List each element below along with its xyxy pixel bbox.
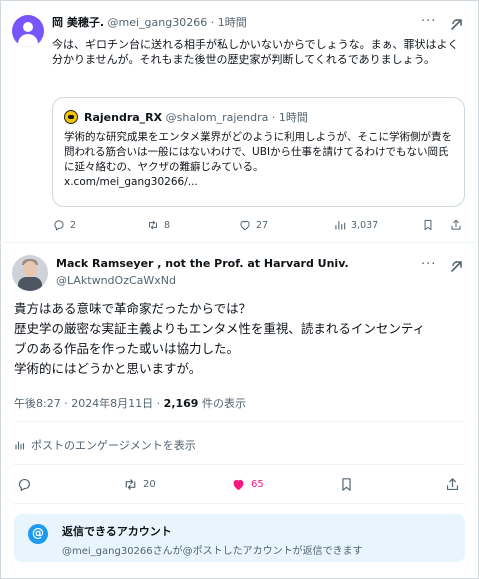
like-button[interactable]: 65 — [230, 476, 264, 493]
reply-permission-notice: @ 返信できるアカウント @mei_gang30266さんが@ポストしたアカウン… — [14, 514, 465, 562]
tweet-line: 貴方はある意味で革命家だったからでは？ — [14, 301, 252, 316]
quoted-time: · 1時間 — [271, 111, 308, 124]
tweet-metadata: 午後8:27 · 2024年8月11日 · 2,169 件の表示 — [14, 395, 246, 411]
quoted-author-handle: @shalom_rajendra — [165, 111, 269, 124]
quoted-body: 学術的な研究成果をエンタメ業界がどのように利用しようが、そこに学術側が責を問われ… — [64, 131, 452, 173]
repost-button[interactable]: 8 — [146, 218, 170, 232]
avatar-suit — [18, 277, 42, 291]
quoted-author-name: Rajendra_RX — [84, 111, 163, 124]
quoted-avatar — [64, 110, 78, 124]
reply-permission-subtitle: @mei_gang30266さんが@ポストしたアカウントが返信できます — [62, 546, 363, 557]
share-button[interactable] — [444, 476, 461, 493]
repost-count: 20 — [143, 479, 156, 490]
views-icon — [335, 220, 346, 230]
default-avatar-body — [18, 34, 38, 47]
bookmark-button[interactable] — [421, 218, 435, 232]
parent-tweet[interactable]: 岡 美穂子. @mei_gang30266 · 1時間 ··· 今は、ギロチン台… — [0, 0, 477, 243]
view-count: 2,169 — [163, 397, 199, 410]
heart-icon — [233, 479, 244, 491]
tweet-timestamp[interactable]: 午後8:27 · 2024年8月11日 · — [14, 397, 164, 410]
author-handle[interactable]: @LAktwndOzCaWxNd — [56, 274, 176, 287]
like-count: 65 — [251, 479, 264, 490]
tweet-actions: 20 65 — [14, 476, 465, 496]
reply-button[interactable]: 2 — [52, 218, 76, 232]
grok-icon[interactable] — [449, 258, 465, 274]
avatar[interactable] — [12, 15, 44, 47]
tweet-text: 貴方はある意味で革命家だったからでは？ 歴史学の厳密な実証主義よりもエンタメ性を… — [14, 299, 466, 379]
tweet-time[interactable]: · 1時間 — [211, 16, 247, 29]
tweet-line: ブのある作品を作った或いは協力した。 — [14, 341, 240, 356]
bookmark-icon — [424, 219, 432, 231]
quoted-header: Rajendra_RX @shalom_rajendra · 1時間 — [84, 109, 308, 125]
quoted-link[interactable]: x.com/mei_gang30266/... — [64, 176, 198, 188]
share-icon — [446, 478, 459, 491]
tweet-header: 岡 美穂子. @mei_gang30266 · 1時間 — [52, 14, 247, 30]
tweet-text: 今は、ギロチン台に送れる相手が私しかいないからでしょうな。まぁ、罪状はよく分かり… — [52, 38, 459, 66]
divider — [14, 464, 465, 465]
at-sign-icon: @ — [28, 524, 48, 544]
analytics-icon — [15, 441, 25, 450]
author-name[interactable]: 岡 美穂子. — [52, 16, 104, 29]
author-handle[interactable]: @mei_gang30266 — [108, 16, 208, 29]
share-icon — [451, 219, 461, 230]
repost-icon — [125, 479, 136, 490]
engagement-label: ポストのエンゲージメントを表示 — [31, 439, 196, 452]
more-options-icon[interactable]: ··· — [421, 14, 436, 29]
view-count: 3,037 — [351, 219, 379, 231]
avatar-face — [23, 261, 37, 277]
divider — [14, 503, 465, 504]
tweet-line: 歴史学の厳密な実証主義よりもエンタメ性を重視、読まれるインセンティ — [14, 321, 426, 336]
reply-button[interactable] — [16, 476, 33, 493]
more-options-icon[interactable]: ··· — [421, 257, 436, 272]
heart-icon — [240, 220, 250, 231]
divider — [14, 421, 465, 422]
view-label: 件の表示 — [198, 397, 246, 410]
author-name[interactable]: Mack Ramseyer , not the Prof. at Harvard… — [56, 257, 349, 270]
avatar[interactable] — [12, 255, 48, 291]
bookmark-button[interactable] — [338, 476, 355, 493]
views-button[interactable]: 3,037 — [333, 218, 378, 232]
like-button[interactable]: 27 — [238, 218, 268, 232]
tweet-actions: 2 8 27 3,037 — [52, 218, 467, 236]
grok-icon[interactable] — [449, 16, 465, 32]
quoted-tweet[interactable]: Rajendra_RX @shalom_rajendra · 1時間 学術的な研… — [52, 97, 465, 207]
default-avatar-head — [23, 22, 33, 32]
share-button[interactable] — [449, 218, 463, 232]
like-count: 27 — [256, 219, 269, 231]
reply-icon — [54, 220, 64, 231]
view-engagement-link[interactable]: ポストのエンゲージメントを表示 — [14, 437, 196, 453]
quoted-text: 学術的な研究成果をエンタメ業界がどのように利用しようが、そこに学術側が責を問われ… — [64, 130, 457, 190]
reply-permission-title: 返信できるアカウント — [62, 525, 172, 538]
repost-count: 8 — [164, 219, 171, 231]
tweet-line: 学術的にはどうかと思いますが。 — [14, 361, 202, 376]
repost-button[interactable]: 20 — [122, 476, 156, 493]
repost-icon — [149, 220, 157, 230]
reply-icon — [18, 478, 31, 492]
bookmark-icon — [342, 478, 351, 491]
reply-count: 2 — [70, 219, 77, 231]
